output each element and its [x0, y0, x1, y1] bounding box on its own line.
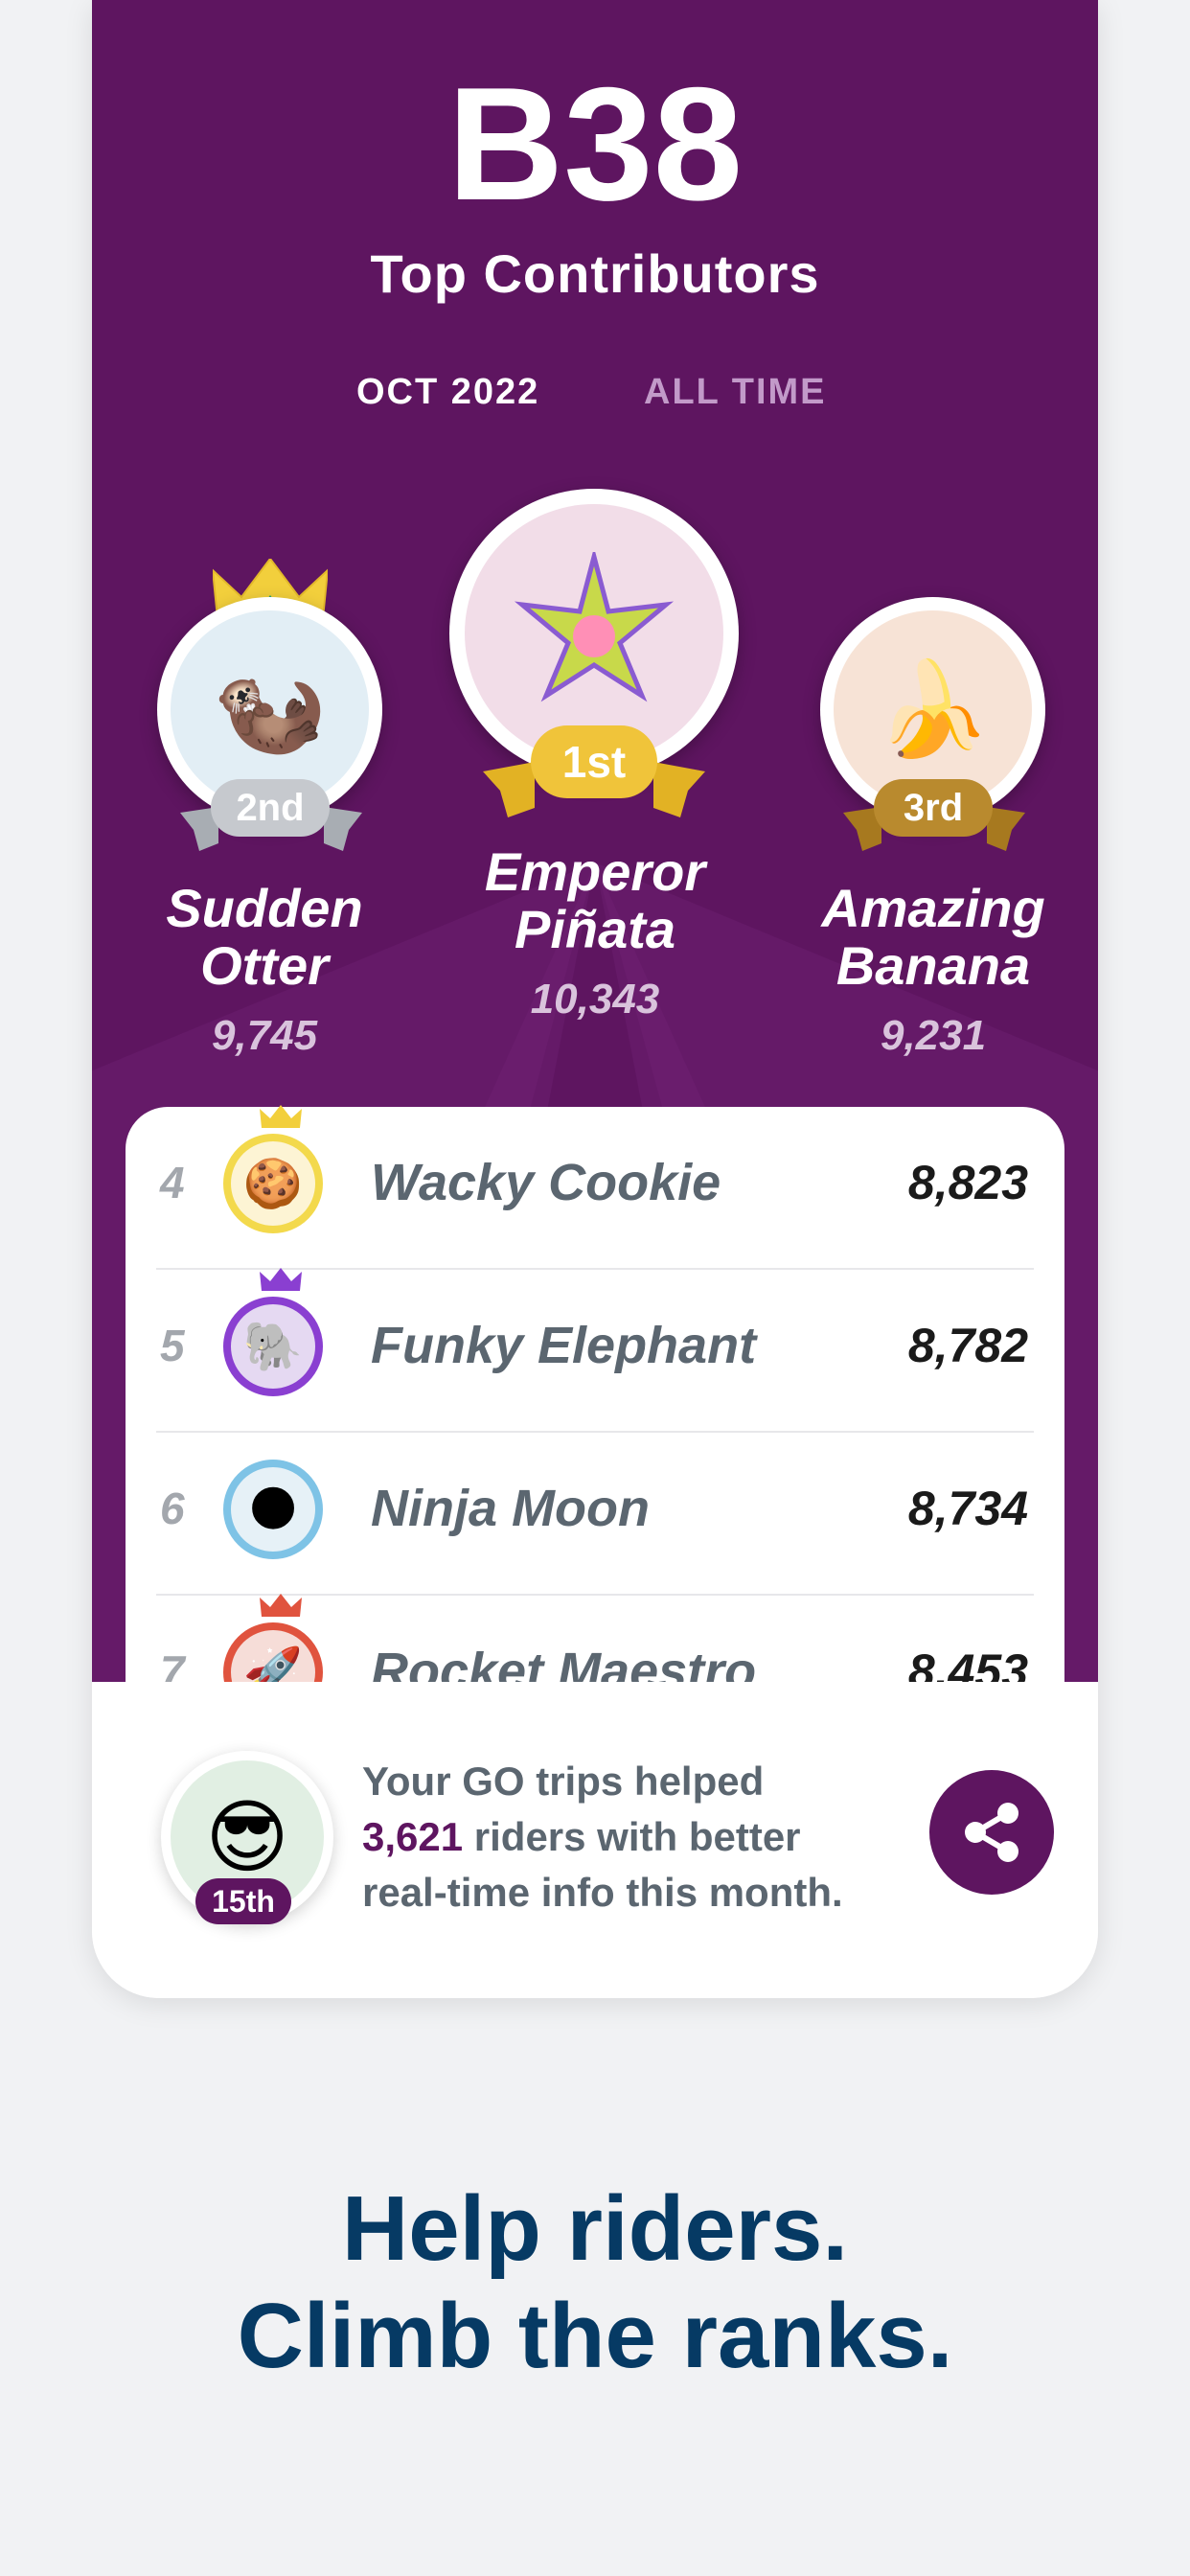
- podium-score: 9,745: [211, 1012, 318, 1059]
- route-number: B38: [446, 54, 744, 234]
- podium-name: Amazing Banana: [821, 878, 1045, 996]
- place-badge: 1st: [531, 725, 657, 798]
- contributor-name: Funky Elephant: [371, 1317, 757, 1374]
- contributor-score: 8,823: [907, 1156, 1028, 1209]
- rank-number: 4: [160, 1158, 185, 1208]
- tab-all-time[interactable]: ALL TIME: [644, 372, 827, 413]
- list-item[interactable]: 7 🚀 Rocket Maestro 8,453: [156, 1594, 1034, 1682]
- crown-icon: [260, 1105, 302, 1128]
- list-item[interactable]: 5 🐘 Funky Elephant 8,782: [156, 1268, 1034, 1433]
- podium-score: 9,231: [880, 1012, 987, 1059]
- podium-name: Emperor Piñata: [484, 841, 706, 959]
- place-badge: 3rd: [874, 779, 993, 837]
- my-rank-badge: 15th: [195, 1878, 291, 1924]
- crown-icon: [260, 1268, 302, 1291]
- leaderboard-card: B38 Top Contributors OCT 2022 ALL TIME 🦦…: [92, 0, 1098, 1998]
- contributor-name: Ninja Moon: [371, 1480, 650, 1537]
- podium-name: Sudden Otter: [166, 878, 363, 996]
- list-item[interactable]: 6 🌑 Ninja Moon 8,734: [156, 1433, 1034, 1596]
- rank-number: 7: [160, 1646, 185, 1682]
- rank-number: 6: [160, 1484, 185, 1533]
- marketing-tagline: Help riders. Climb the ranks.: [237, 2177, 953, 2387]
- pinata-icon: [465, 504, 723, 763]
- contributor-score: 8,782: [907, 1319, 1028, 1372]
- podium-score: 10,343: [530, 976, 660, 1023]
- rocket-icon: 🚀: [223, 1622, 323, 1682]
- leaderboard-list[interactable]: 4 🍪 Wacky Cookie 8,823 5 🐘 Funky Elephan…: [126, 1105, 1064, 1682]
- elephant-icon: 🐘: [223, 1297, 323, 1396]
- page-title: Top Contributors: [370, 243, 820, 304]
- rank-number: 5: [160, 1321, 185, 1370]
- my-contribution-panel: 😎 15th Your GO trips helped 3,621 riders…: [92, 1682, 1098, 1998]
- tab-oct-2022[interactable]: OCT 2022: [356, 372, 539, 413]
- contributor-name: Rocket Maestro: [371, 1643, 757, 1682]
- contributor-score: 8,453: [907, 1644, 1028, 1682]
- contributor-score: 8,734: [907, 1482, 1028, 1535]
- list-item[interactable]: 4 🍪 Wacky Cookie 8,823: [156, 1105, 1034, 1270]
- leaderboard-header-panel: B38 Top Contributors OCT 2022 ALL TIME 🦦…: [92, 0, 1098, 1682]
- riders-count: 3,621: [362, 1814, 464, 1859]
- place-badge: 2nd: [211, 779, 330, 837]
- moon-icon: 🌑: [223, 1460, 323, 1559]
- cookie-icon: 🍪: [223, 1134, 323, 1233]
- contributor-name: Wacky Cookie: [371, 1154, 721, 1211]
- share-icon: [965, 1803, 1018, 1862]
- contribution-message: Your GO trips helped 3,621 riders with b…: [362, 1759, 843, 1915]
- crown-icon: [260, 1594, 302, 1617]
- share-button[interactable]: [929, 1770, 1054, 1895]
